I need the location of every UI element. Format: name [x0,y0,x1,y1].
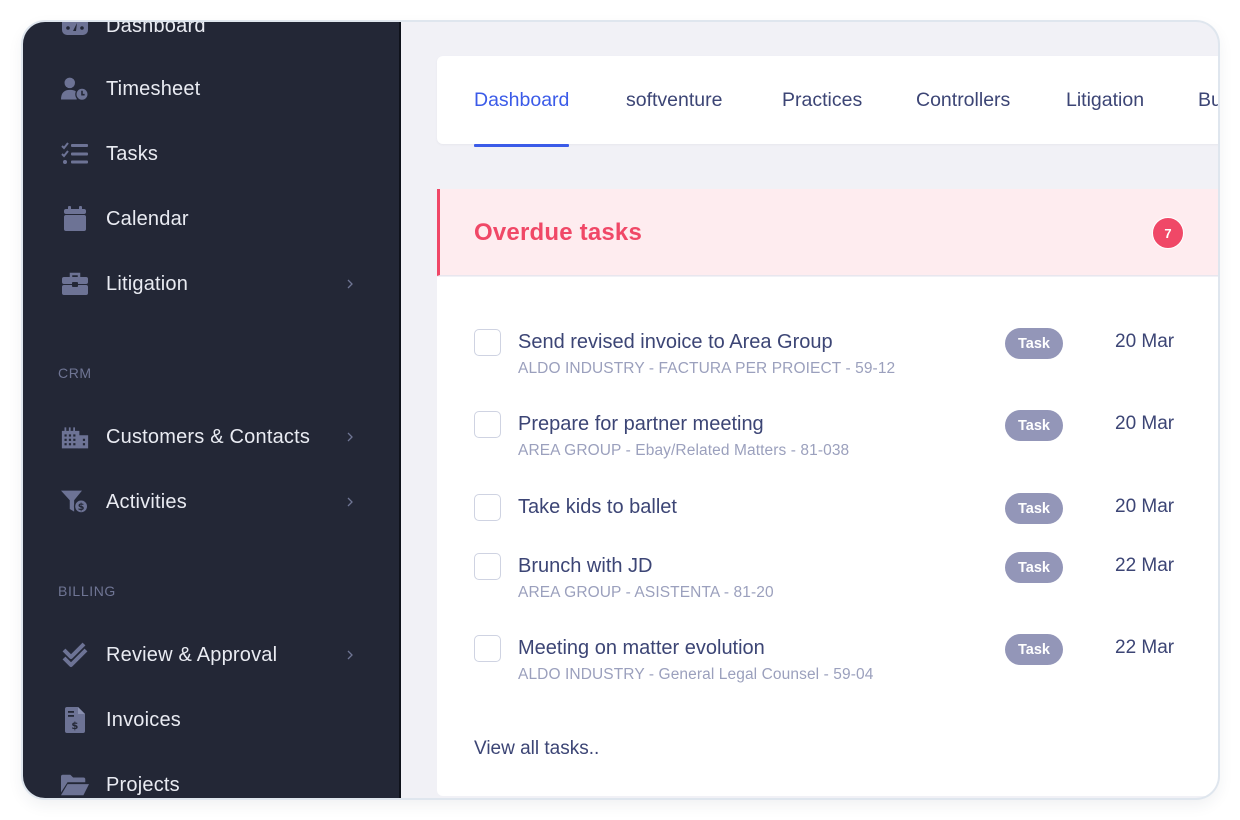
task-type-badge: Task [1005,493,1063,524]
sidebar-item-projects[interactable]: Projects [23,763,399,798]
sidebar-item-label: Customers & Contacts [106,425,311,448]
task-title[interactable]: Take kids to ballet [518,494,677,520]
sidebar-item-label: Litigation [106,272,189,295]
task-row: Prepare for partner meeting AREA GROUP -… [437,410,1217,471]
task-date: 22 Mar [1115,637,1175,658]
section-label-crm: CRM [58,365,92,381]
tab-practices[interactable]: Practices [782,56,862,144]
svg-text:$: $ [71,721,78,732]
tab-controllers[interactable]: Controllers [916,56,1010,144]
user-clock-icon [61,75,89,103]
chevron-right-icon [345,648,355,662]
tab-bar: Dashboard softventure Practices Controll… [437,56,1218,147]
sidebar-item-label: Timesheet [106,77,201,100]
task-row: Brunch with JD AREA GROUP - ASISTENTA - … [437,552,1217,613]
task-row: Take kids to ballet Task 20 Mar [437,493,1217,554]
overdue-tasks-title: Overdue tasks [474,219,643,246]
overdue-tasks-list: Send revised invoice to Area Group ALDO … [437,277,1218,796]
sidebar-item-label: Activities [106,490,187,513]
chevron-right-icon [345,277,355,291]
sidebar-item-timesheet[interactable]: Timesheet [23,67,399,111]
task-checkbox[interactable] [474,329,501,356]
task-list-icon [61,140,89,168]
sidebar-item-invoices[interactable]: $ Invoices [23,698,399,742]
sidebar-item-label: Tasks [106,142,159,165]
task-checkbox[interactable] [474,553,501,580]
task-title[interactable]: Meeting on matter evolution [518,635,765,661]
sidebar-item-calendar[interactable]: Calendar [23,197,399,241]
chevron-right-icon [345,495,355,509]
task-title[interactable]: Prepare for partner meeting [518,411,764,437]
double-check-icon [61,641,89,669]
sidebar-item-dashboard[interactable]: Dashboard [23,22,399,48]
task-subtitle: ALDO INDUSTRY - FACTURA PER PROIECT - 59… [518,360,896,377]
task-type-badge: Task [1005,552,1063,583]
overdue-count-badge: 7 [1152,217,1184,249]
sidebar-item-litigation[interactable]: Litigation [23,262,399,306]
sidebar-item-label: Invoices [106,708,181,731]
tab-litigation[interactable]: Litigation [1066,56,1144,144]
sidebar-item-review-approval[interactable]: Review & Approval [23,633,399,677]
task-type-badge: Task [1005,328,1063,359]
sidebar-item-label: Review & Approval [106,643,278,666]
sidebar-item-activities[interactable]: $ Activities [23,480,399,524]
svg-text:$: $ [78,502,85,513]
funnel-dollar-icon: $ [61,488,89,516]
task-subtitle: ALDO INDUSTRY - General Legal Counsel - … [518,666,874,683]
calendar-icon [61,205,89,233]
task-row: Send revised invoice to Area Group ALDO … [437,328,1217,389]
app-window: Dashboard Timesheet Tasks Calendar Litig [23,22,1218,798]
view-all-tasks-link[interactable]: View all tasks.. [474,738,599,760]
chevron-right-icon [345,430,355,444]
invoice-icon: $ [61,706,89,734]
briefcase-icon [61,270,89,298]
tab-bu[interactable]: Bu [1198,56,1218,144]
building-icon [61,423,89,451]
task-checkbox[interactable] [474,411,501,438]
folder-open-icon [61,771,89,798]
tab-softventure[interactable]: softventure [626,56,722,144]
task-checkbox[interactable] [474,494,501,521]
sidebar-item-label: Projects [106,773,180,796]
section-label-billing: BILLING [58,583,116,599]
overdue-tasks-header: Overdue tasks 7 [437,189,1218,276]
task-date: 20 Mar [1115,496,1175,517]
task-title[interactable]: Send revised invoice to Area Group [518,329,833,355]
task-type-badge: Task [1005,410,1063,441]
sidebar-item-label: Calendar [106,207,189,230]
sidebar-item-customers-contacts[interactable]: Customers & Contacts [23,415,399,459]
task-subtitle: AREA GROUP - ASISTENTA - 81-20 [518,584,774,601]
task-row: Meeting on matter evolution ALDO INDUSTR… [437,634,1217,695]
task-checkbox[interactable] [474,635,501,662]
task-date: 22 Mar [1115,555,1175,576]
task-date: 20 Mar [1115,413,1175,434]
sidebar: Dashboard Timesheet Tasks Calendar Litig [23,22,401,798]
sidebar-item-tasks[interactable]: Tasks [23,132,399,176]
task-type-badge: Task [1005,634,1063,665]
task-subtitle: AREA GROUP - Ebay/Related Matters - 81-0… [518,442,850,459]
sidebar-item-label: Dashboard [106,22,206,37]
tab-dashboard[interactable]: Dashboard [474,56,570,147]
dashboard-icon [61,22,89,40]
task-date: 20 Mar [1115,331,1175,352]
task-title[interactable]: Brunch with JD [518,553,653,579]
